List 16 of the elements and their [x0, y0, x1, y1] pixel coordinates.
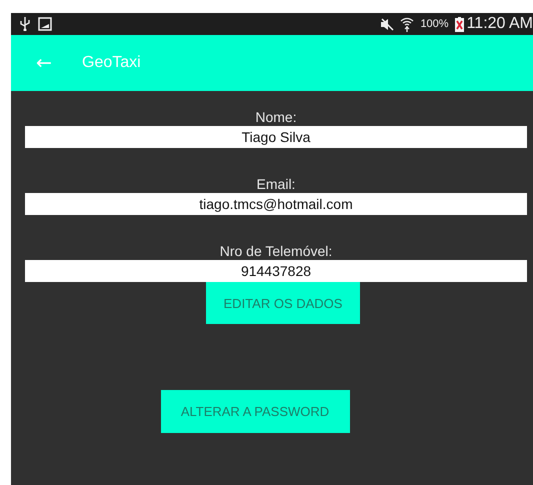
- field-label: Email:: [256, 175, 296, 193]
- app-title: GeoTaxi: [82, 54, 141, 72]
- wifi-icon: [400, 16, 414, 32]
- battery-percent: 100%: [420, 18, 449, 30]
- field-label: Nome:: [254, 108, 298, 126]
- image-icon: [38, 17, 52, 31]
- usb-icon: [20, 17, 30, 31]
- change-password-button[interactable]: ALTERAR A PASSWORD: [160, 390, 350, 433]
- battery-icon: [454, 16, 464, 32]
- mute-icon: [380, 18, 394, 30]
- input-field[interactable]: tiago.tmcs@hotmail.com: [25, 193, 527, 215]
- clock-time: 11:20 AM: [466, 15, 533, 33]
- field-label: Nro de Telemóvel:: [218, 242, 334, 260]
- input-field[interactable]: 914437828: [25, 260, 527, 282]
- input-field[interactable]: Tiago Silva: [25, 126, 527, 148]
- edit-button[interactable]: EDITAR OS DADOS: [206, 282, 360, 324]
